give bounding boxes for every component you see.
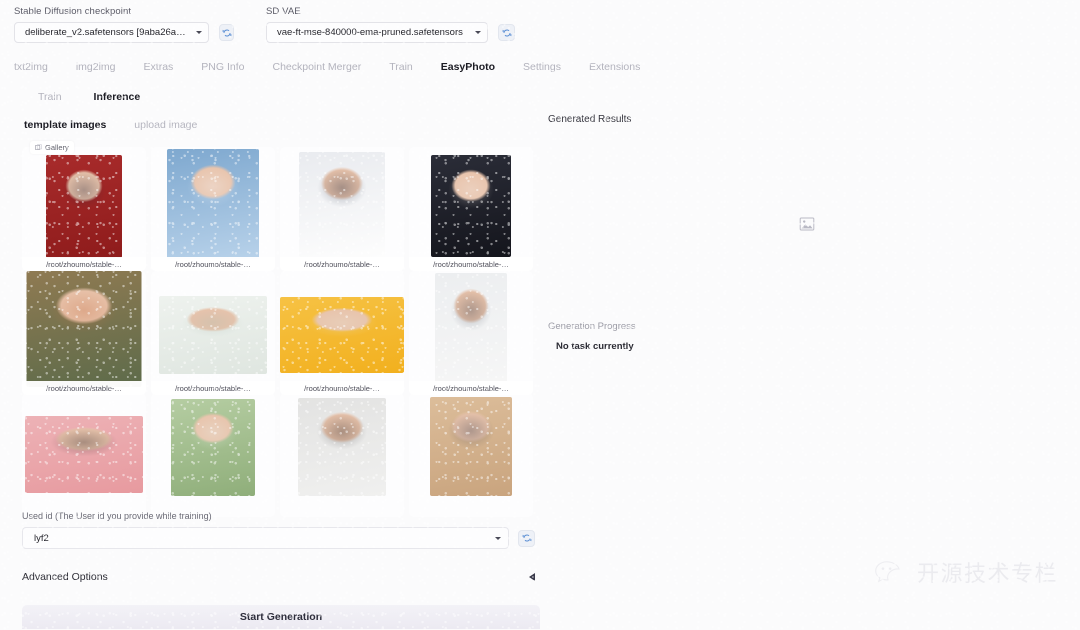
vae-label: SD VAE bbox=[266, 6, 301, 17]
tab-extensions[interactable]: Extensions bbox=[575, 58, 654, 77]
subtab-train[interactable]: Train bbox=[22, 88, 78, 106]
advanced-options-label: Advanced Options bbox=[22, 570, 108, 583]
gallery-item-caption: /root/zhoumo/stable-… bbox=[151, 257, 275, 271]
gallery-item-caption: /root/zhoumo/stable-… bbox=[409, 257, 533, 271]
advanced-options-row[interactable]: Advanced Options bbox=[22, 566, 535, 587]
template-gallery: Gallery /root/zhoumo/stable-…/root/zhoum… bbox=[22, 141, 540, 517]
watermark: 开源技术专栏 bbox=[874, 556, 1058, 588]
refresh-icon bbox=[522, 534, 531, 542]
triangle-left-icon bbox=[529, 572, 535, 581]
gallery-item-thumbnail bbox=[159, 296, 267, 374]
gallery-item[interactable]: /root/zhoumo/stable-… bbox=[151, 271, 275, 395]
gallery-item-thumbnail bbox=[298, 398, 386, 496]
gallery-item[interactable]: /root/zhoumo/stable-… bbox=[409, 271, 533, 395]
gallery-tag-label: Gallery bbox=[45, 143, 69, 152]
gallery-item-caption: /root/zhoumo/stable-… bbox=[22, 257, 146, 271]
gallery-item-caption: /root/zhoumo/stable-… bbox=[280, 381, 404, 395]
gallery-item-thumbnail bbox=[26, 271, 142, 387]
tab-easyphoto[interactable]: EasyPhoto bbox=[427, 58, 509, 77]
chevron-down-icon bbox=[196, 31, 202, 34]
gallery-item-thumbnail bbox=[171, 399, 255, 496]
refresh-icon bbox=[502, 29, 511, 36]
gallery-tag: Gallery bbox=[30, 141, 74, 154]
gallery-item-thumbnail bbox=[435, 273, 507, 383]
vae-field-group: SD VAE vae-ft-mse-840000-ema-pruned.safe… bbox=[266, 6, 536, 43]
gallery-item[interactable]: /root/zhoumo/stable-… bbox=[22, 271, 146, 395]
tab-img2img[interactable]: img2img bbox=[62, 58, 130, 77]
sub-tab-bar: Train Inference bbox=[22, 88, 156, 106]
gallery-item[interactable]: /root/zhoumo/stable-… bbox=[409, 147, 533, 271]
gallery-item-thumbnail bbox=[430, 397, 512, 496]
used-id-row: lyf2 bbox=[22, 527, 535, 549]
checkpoint-label: Stable Diffusion checkpoint bbox=[14, 6, 132, 17]
gallery-item[interactable] bbox=[151, 393, 275, 517]
gallery-item-thumbnail bbox=[431, 155, 511, 257]
gallery-item-caption: /root/zhoumo/stable-… bbox=[151, 381, 275, 395]
gallery-item[interactable]: /root/zhoumo/stable-… bbox=[151, 147, 275, 271]
used-id-select[interactable]: lyf2 bbox=[22, 527, 509, 549]
gallery-item[interactable] bbox=[409, 393, 533, 517]
result-image-placeholder bbox=[799, 216, 815, 232]
gallery-item-caption: /root/zhoumo/stable-… bbox=[22, 381, 146, 395]
gallery-item[interactable]: /root/zhoumo/stable-… bbox=[280, 147, 404, 271]
refresh-icon bbox=[222, 29, 231, 36]
generation-progress-label: Generation Progress bbox=[548, 321, 636, 332]
watermark-text: 开源技术专栏 bbox=[916, 562, 1058, 587]
gallery-item-thumbnail bbox=[280, 297, 404, 373]
gallery-item-thumbnail bbox=[299, 152, 385, 257]
gallery-item[interactable]: /root/zhoumo/stable-… bbox=[280, 271, 404, 395]
gallery-item-thumbnail bbox=[25, 416, 143, 493]
used-id-value: lyf2 bbox=[34, 532, 49, 544]
vae-refresh-button[interactable] bbox=[498, 24, 515, 41]
checkpoint-value: deliberate_v2.safetensors [9aba26abdf] bbox=[25, 27, 190, 38]
image-placeholder-icon bbox=[799, 217, 815, 231]
gallery-item[interactable] bbox=[22, 393, 146, 517]
subtab-inference[interactable]: Inference bbox=[78, 88, 157, 106]
gallery-item-thumbnail bbox=[46, 155, 122, 258]
gallery-item[interactable]: /root/zhoumo/stable-… bbox=[22, 147, 146, 271]
chevron-down-icon bbox=[495, 536, 501, 540]
wechat-icon bbox=[875, 561, 900, 583]
generated-results-title: Generated Results bbox=[548, 114, 632, 125]
tab-txt2img[interactable]: txt2img bbox=[14, 58, 62, 77]
gallery-item-caption: /root/zhoumo/stable-… bbox=[409, 381, 533, 395]
tab-png-info[interactable]: PNG Info bbox=[187, 58, 258, 77]
main-tab-bar: txt2img img2img Extras PNG Info Checkpoi… bbox=[14, 58, 654, 77]
tab-upload-image[interactable]: upload image bbox=[120, 117, 211, 133]
tab-template-images[interactable]: template images bbox=[24, 117, 120, 133]
tab-checkpoint-merger[interactable]: Checkpoint Merger bbox=[258, 58, 375, 77]
generation-progress-value: No task currently bbox=[556, 341, 634, 352]
start-generation-button[interactable]: Start Generation bbox=[22, 605, 540, 629]
used-id-label: Used id (The User id you provide while t… bbox=[22, 511, 212, 521]
vae-select[interactable]: vae-ft-mse-840000-ema-pruned.safetensors bbox=[266, 22, 488, 43]
checkpoint-select[interactable]: deliberate_v2.safetensors [9aba26abdf] bbox=[14, 22, 209, 43]
source-tab-bar: template images upload image bbox=[24, 117, 211, 133]
gallery-item-thumbnail bbox=[167, 149, 259, 259]
checkpoint-field-group: Stable Diffusion checkpoint deliberate_v… bbox=[14, 6, 234, 43]
tab-settings[interactable]: Settings bbox=[509, 58, 575, 77]
gallery-grid: /root/zhoumo/stable-… /root/zhoumo/stable… bbox=[22, 147, 540, 517]
tab-extras[interactable]: Extras bbox=[130, 58, 188, 77]
used-id-refresh-button[interactable] bbox=[518, 529, 535, 547]
vae-value: vae-ft-mse-840000-ema-pruned.safetensors bbox=[277, 27, 463, 38]
gallery-icon bbox=[35, 144, 42, 150]
top-toolbar: Stable Diffusion checkpoint deliberate_v… bbox=[0, 0, 1080, 52]
chevron-down-icon bbox=[475, 31, 481, 34]
tab-train[interactable]: Train bbox=[375, 58, 427, 77]
gallery-item-caption: /root/zhoumo/stable-… bbox=[280, 257, 404, 271]
gallery-item[interactable] bbox=[280, 393, 404, 517]
checkpoint-refresh-button[interactable] bbox=[219, 24, 234, 41]
